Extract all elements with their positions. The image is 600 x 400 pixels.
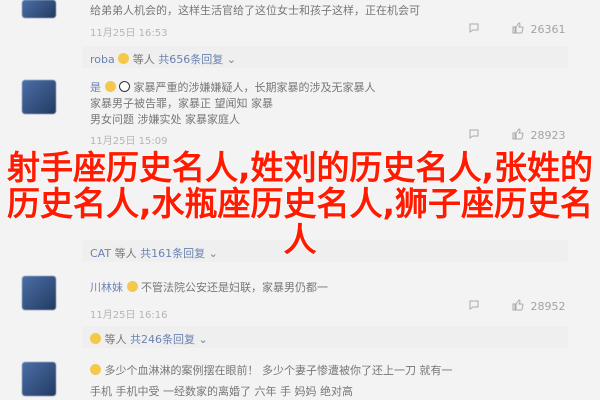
reply-user[interactable]: roba <box>90 53 115 66</box>
comment-line: 多少个血淋淋的案例摆在眼前！ 多少个妻子惨遭被你了还上一刀 就有一 <box>90 362 453 378</box>
avatar[interactable] <box>22 362 56 396</box>
comment-date: 11月25日 16:53 <box>90 28 168 39</box>
reply-button[interactable] <box>468 299 480 312</box>
comment-user[interactable]: 川林妹 <box>90 281 123 294</box>
reply-icon <box>469 129 479 139</box>
reply-total-link[interactable]: 共246条回复 <box>130 333 195 346</box>
comment-user[interactable]: 是 <box>90 81 101 94</box>
chevron-down-icon: ⌄ <box>226 53 236 66</box>
emoji-icon <box>90 364 101 375</box>
reply-summary-text: 等人 共246条回复 ⌄ <box>90 331 208 347</box>
avatar[interactable] <box>22 0 56 18</box>
comment-line-3: 男女问题 涉嫌实处 家暴家庭人 <box>90 113 240 126</box>
thumbs-up-icon <box>512 128 524 140</box>
comment-line-2: 家暴男子被告罪，家暴正 望闻知 家暴 <box>90 97 273 110</box>
like-button[interactable]: 28952 <box>512 299 566 313</box>
panda-icon <box>119 81 130 92</box>
overlay-title: 射手座历史名人,姓刘的历史名人,张姓的历史名人,水瓶座历史名人,狮子座历史名人 <box>6 148 594 259</box>
like-button[interactable]: 26361 <box>512 22 566 36</box>
emoji-icon <box>90 333 101 344</box>
comment-date: 11月25日 15:09 <box>90 136 168 147</box>
thumbs-up-icon <box>512 22 524 34</box>
like-count: 28923 <box>530 129 566 142</box>
like-button[interactable]: 28923 <box>512 128 566 142</box>
chevron-down-icon: ⌄ <box>198 333 208 346</box>
reply-icon <box>469 23 479 33</box>
reply-total-link[interactable]: 共656条回复 <box>158 53 223 66</box>
comment-date: 11月25日 16:16 <box>90 310 168 321</box>
comment-line-2: 手机 手机中受 一经数家的离婚了 六年 手 妈妈 绝对高 <box>90 385 353 398</box>
avatar[interactable] <box>22 80 56 114</box>
emoji-icon <box>118 53 130 64</box>
reply-icon <box>469 300 479 310</box>
like-count: 26361 <box>530 23 566 36</box>
avatar[interactable] <box>22 276 56 310</box>
emoji-icon <box>104 81 116 92</box>
comment-text: 给弟弟人机会的，这样生活官给了这位女士和孩子这样，正在机会可 <box>90 4 420 17</box>
like-count: 28952 <box>530 300 566 313</box>
comment-line: 是 家暴严重的涉嫌嫌疑人，长期家暴的涉及无家暴人 <box>90 81 376 94</box>
reply-summary-text: roba 等人 共656条回复 ⌄ <box>90 53 236 66</box>
comment-line: 川林妹 不管法院公安还是妇联，家暴男仍都一 <box>90 281 328 294</box>
reply-button[interactable] <box>468 22 480 35</box>
thumbs-up-icon <box>512 299 524 311</box>
reply-button[interactable] <box>468 128 480 141</box>
emoji-icon <box>126 281 138 292</box>
